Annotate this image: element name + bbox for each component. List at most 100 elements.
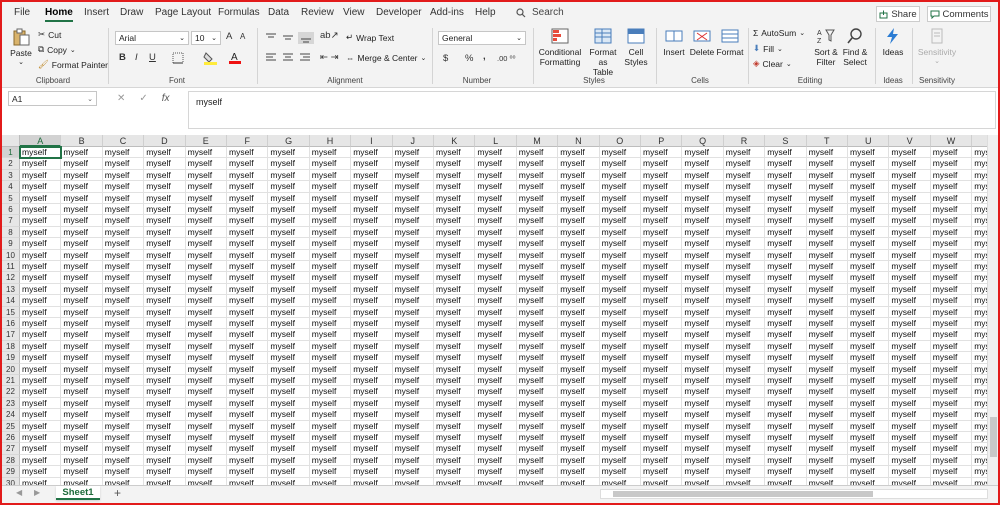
grid-cell[interactable]: myself <box>972 215 987 227</box>
grid-cell[interactable]: myself <box>351 409 393 421</box>
grid-cell[interactable]: myself <box>227 169 269 182</box>
grid-cell[interactable]: myself <box>599 397 641 410</box>
grid-cell[interactable]: myself <box>516 261 559 273</box>
grid-cell[interactable]: myself <box>185 466 227 478</box>
grid-cell[interactable]: myself <box>558 432 600 444</box>
row-header[interactable]: 25 <box>2 420 20 432</box>
grid-cell[interactable]: myself <box>848 375 890 387</box>
grid-cell[interactable]: myself <box>144 249 186 261</box>
grid-cell[interactable]: myself <box>930 375 973 387</box>
name-box[interactable]: A1 ⌄ <box>8 91 97 106</box>
grid-cell[interactable]: myself <box>641 204 683 216</box>
grid-cell[interactable]: myself <box>558 477 600 485</box>
grid-cell[interactable]: myself <box>641 454 683 467</box>
grid-cell[interactable]: myself <box>599 158 641 170</box>
vertical-scrollbar[interactable] <box>987 135 998 485</box>
grid-cell[interactable]: myself <box>848 352 890 364</box>
grid-cell[interactable]: myself <box>930 397 973 410</box>
grid-cell[interactable]: myself <box>475 192 517 204</box>
grid-cell[interactable]: myself <box>20 226 62 239</box>
row-header[interactable]: 18 <box>2 340 20 353</box>
grid-cell[interactable]: myself <box>806 386 848 398</box>
grid-cell[interactable]: myself <box>309 226 352 239</box>
grid-cell[interactable]: myself <box>434 181 476 193</box>
grid-cell[interactable]: myself <box>392 420 434 432</box>
grid-cell[interactable]: myself <box>972 466 987 478</box>
grid-cell[interactable]: myself <box>475 432 517 444</box>
grid-cell[interactable]: myself <box>558 443 600 455</box>
grid-cell[interactable]: myself <box>930 352 973 364</box>
grid-cell[interactable]: myself <box>185 386 227 398</box>
grid-cell[interactable]: myself <box>227 295 269 307</box>
grid-cell[interactable]: myself <box>723 454 766 467</box>
grid-cell[interactable]: myself <box>144 443 186 455</box>
grid-cell[interactable]: myself <box>392 340 434 353</box>
grid-cell[interactable]: myself <box>765 318 807 330</box>
grid-cell[interactable]: myself <box>599 226 641 239</box>
grid-cell[interactable]: myself <box>20 192 62 204</box>
grid-cell[interactable]: myself <box>351 454 393 467</box>
grid-cell[interactable]: myself <box>806 215 848 227</box>
grid-cell[interactable]: myself <box>392 375 434 387</box>
grid-cell[interactable]: myself <box>723 204 766 216</box>
grid-cell[interactable]: myself <box>889 158 931 170</box>
column-header-d[interactable]: D <box>144 135 186 147</box>
grid-cell[interactable]: myself <box>972 204 987 216</box>
grid-cell[interactable]: myself <box>599 318 641 330</box>
grid-cell[interactable]: myself <box>930 261 973 273</box>
row-header[interactable]: 10 <box>2 249 20 261</box>
grid-cell[interactable]: myself <box>806 181 848 193</box>
grid-cell[interactable]: myself <box>268 443 310 455</box>
grid-cell[interactable]: myself <box>930 283 973 296</box>
grid-cell[interactable]: myself <box>599 204 641 216</box>
grid-cell[interactable]: myself <box>972 181 987 193</box>
grid-cell[interactable]: myself <box>848 443 890 455</box>
row-header[interactable]: 28 <box>2 454 20 467</box>
grid-cell[interactable]: myself <box>475 477 517 485</box>
grid-cell[interactable]: myself <box>516 409 559 421</box>
grid-cell[interactable]: myself <box>765 215 807 227</box>
grid-cell[interactable]: myself <box>185 409 227 421</box>
grid-cell[interactable]: myself <box>641 181 683 193</box>
grid-cell[interactable]: myself <box>806 306 848 318</box>
grid-cell[interactable]: myself <box>434 477 476 485</box>
grid-cell[interactable]: myself <box>641 375 683 387</box>
grid-cell[interactable]: myself <box>807 477 848 485</box>
column-header-i[interactable]: I <box>351 135 393 147</box>
grid-cell[interactable]: myself <box>144 386 186 398</box>
grid-cell[interactable]: myself <box>20 181 62 193</box>
grid-cell[interactable]: myself <box>641 226 683 239</box>
grid-cell[interactable]: myself <box>723 432 766 444</box>
grid-cell[interactable]: myself <box>185 375 227 387</box>
grid-cell[interactable]: myself <box>723 409 766 421</box>
grid-cell[interactable]: myself <box>806 454 848 467</box>
grid-cell[interactable]: myself <box>600 477 641 485</box>
grid-cell[interactable]: myself <box>144 306 186 318</box>
grid-cell[interactable]: myself <box>61 295 103 307</box>
grid-cell[interactable]: myself <box>682 147 724 159</box>
grid-cell[interactable]: myself <box>61 477 103 485</box>
grid-cell[interactable]: myself <box>682 363 724 375</box>
grid-cell[interactable]: myself <box>309 352 352 364</box>
tab-developer[interactable]: Developer <box>376 7 422 18</box>
grid-cell[interactable]: myself <box>516 363 559 375</box>
select-all-corner[interactable] <box>2 135 20 147</box>
row-header[interactable]: 21 <box>2 375 20 387</box>
grid-cell[interactable]: myself <box>558 261 600 273</box>
grid-cell[interactable]: myself <box>268 477 310 485</box>
grid-cell[interactable]: myself <box>20 443 62 455</box>
grid-cell[interactable]: myself <box>765 295 807 307</box>
grid-cell[interactable]: myself <box>806 249 848 261</box>
tab-draw[interactable]: Draw <box>120 7 143 18</box>
grid-cell[interactable]: myself <box>61 306 103 318</box>
paste-button[interactable]: Paste ⌄ <box>8 28 34 68</box>
grid-cell[interactable]: myself <box>516 169 559 182</box>
grid-cell[interactable]: myself <box>434 466 476 478</box>
grid-cell[interactable]: myself <box>475 443 517 455</box>
grid-cell[interactable]: myself <box>144 318 186 330</box>
grid-cell[interactable]: myself <box>20 215 62 227</box>
grid-cell[interactable]: myself <box>682 318 724 330</box>
grid-cell[interactable]: myself <box>102 215 145 227</box>
grid-cell[interactable]: myself <box>227 420 269 432</box>
grid-cell[interactable]: myself <box>599 420 641 432</box>
